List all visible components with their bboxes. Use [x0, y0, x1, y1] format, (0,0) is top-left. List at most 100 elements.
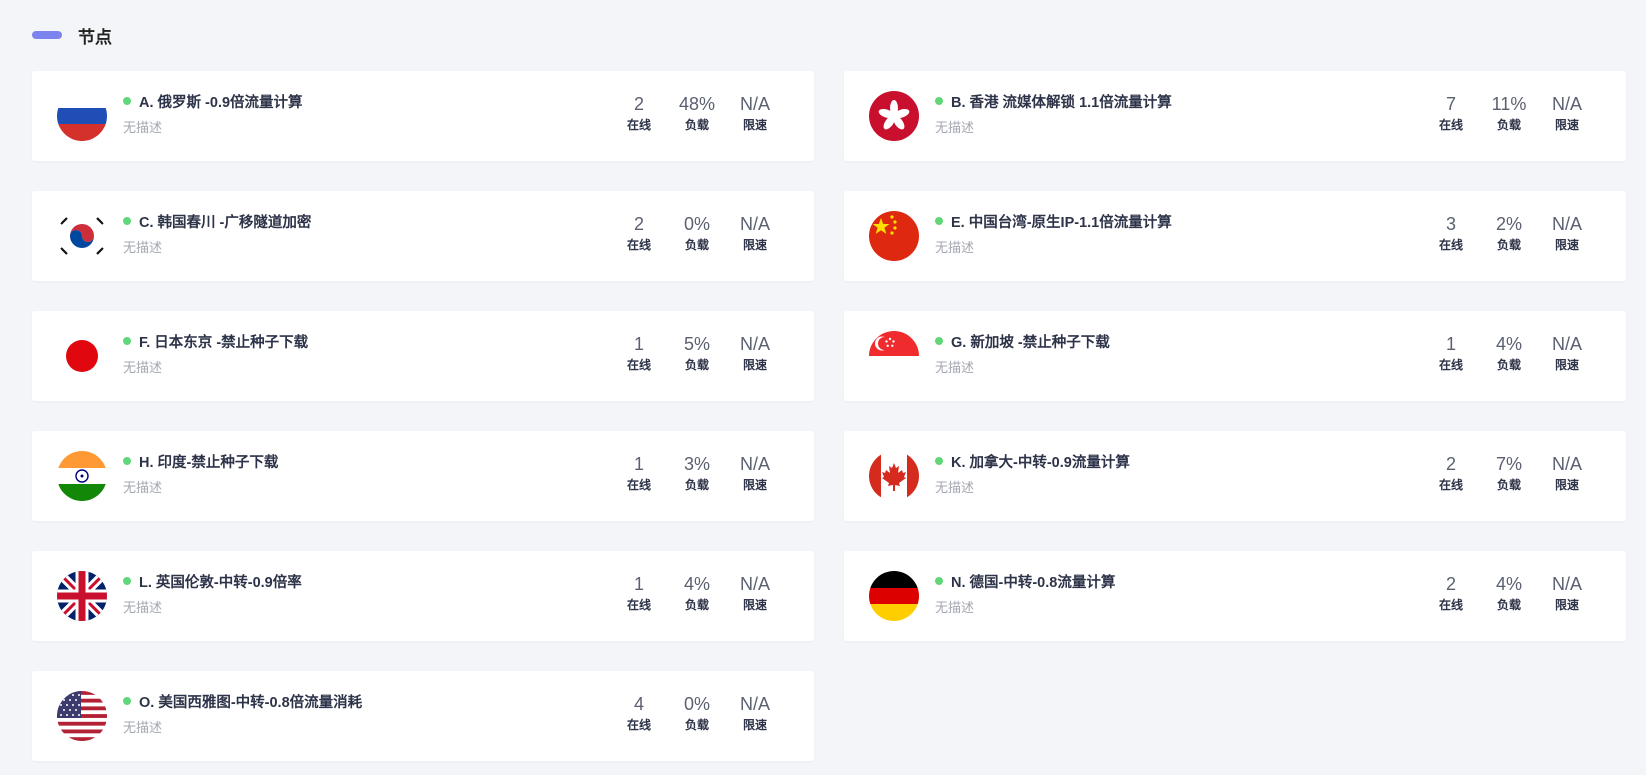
online-label: 在线 [1438, 478, 1463, 492]
node-stats: 2 在线 4% 负载 N/A 限速 [1412, 573, 1586, 613]
node-description: 无描述 [123, 480, 163, 495]
load-value: 48% [678, 94, 716, 114]
node-stats: 2 在线 48% 负载 N/A 限速 [600, 93, 774, 133]
node-info: O. 美国西雅图-中转-0.8倍流量消耗 无描述 [123, 691, 362, 736]
speed-label: 限速 [742, 718, 767, 732]
korea-flag-icon [57, 211, 107, 261]
singapore-flag-icon [869, 331, 919, 381]
node-description: 无描述 [935, 480, 975, 495]
node-info: L. 英国伦敦-中转-0.9倍率 无描述 [123, 571, 302, 616]
section-accent-bar [32, 31, 62, 39]
online-stat: 4 在线 [620, 693, 658, 733]
speed-stat: N/A 限速 [736, 333, 774, 373]
speed-stat: N/A 限速 [1548, 93, 1586, 133]
node-info: H. 印度-禁止种子下载 无描述 [123, 451, 278, 496]
node-description: 无描述 [123, 240, 163, 255]
online-stat: 1 在线 [1432, 333, 1470, 373]
section-title: 节点 [78, 27, 112, 47]
node-card-usa[interactable]: O. 美国西雅图-中转-0.8倍流量消耗 无描述 4 在线 0% 负载 N/A 限速 [32, 671, 814, 761]
online-status-dot [123, 697, 131, 705]
online-label: 在线 [626, 118, 651, 132]
load-stat: 48% 负载 [678, 93, 716, 133]
load-stat: 0% 负载 [678, 213, 716, 253]
node-card-taiwan[interactable]: E. 中国台湾-原生IP-1.1倍流量计算 无描述 3 在线 2% 负载 N/A 限速 [844, 191, 1626, 281]
online-label: 在线 [626, 598, 651, 612]
node-name: F. 日本东京 -禁止种子下载 [139, 334, 309, 351]
speed-stat: N/A 限速 [1548, 573, 1586, 613]
section-header: 节点 [32, 20, 112, 50]
load-value: 7% [1495, 454, 1522, 474]
load-value: 0% [683, 694, 710, 714]
speed-value: N/A [739, 454, 770, 474]
node-description: 无描述 [935, 240, 975, 255]
node-card-uk[interactable]: L. 英国伦敦-中转-0.9倍率 无描述 1 在线 4% 负载 N/A 限速 [32, 551, 814, 641]
speed-value: N/A [739, 574, 770, 594]
online-count: 7 [1445, 94, 1456, 114]
speed-stat: N/A 限速 [736, 573, 774, 613]
node-card-korea[interactable]: C. 韩国春川 -广移隧道加密 无描述 2 在线 0% 负载 N/A 限速 [32, 191, 814, 281]
online-status-dot [123, 337, 131, 345]
node-stats: 7 在线 11% 负载 N/A 限速 [1412, 93, 1586, 133]
node-name: E. 中国台湾-原生IP-1.1倍流量计算 [951, 214, 1172, 231]
node-info: B. 香港 流媒体解锁 1.1倍流量计算 无描述 [935, 91, 1172, 136]
india-flag-icon [57, 451, 107, 501]
node-description: 无描述 [935, 360, 975, 375]
online-stat: 1 在线 [620, 573, 658, 613]
node-card-germany[interactable]: N. 德国-中转-0.8流量计算 无描述 2 在线 4% 负载 N/A 限速 [844, 551, 1626, 641]
load-stat: 11% 负载 [1490, 93, 1528, 133]
online-count: 4 [633, 694, 644, 714]
speed-value: N/A [1551, 454, 1582, 474]
node-card-hongkong[interactable]: B. 香港 流媒体解锁 1.1倍流量计算 无描述 7 在线 11% 负载 N/A 限速 [844, 71, 1626, 161]
node-info: K. 加拿大-中转-0.9流量计算 无描述 [935, 451, 1130, 496]
online-stat: 2 在线 [620, 93, 658, 133]
node-info: C. 韩国春川 -广移隧道加密 无描述 [123, 211, 311, 256]
online-count: 1 [633, 454, 644, 474]
speed-stat: N/A 限速 [1548, 333, 1586, 373]
speed-label: 限速 [742, 598, 767, 612]
speed-value: N/A [739, 94, 770, 114]
load-label: 负载 [1496, 478, 1521, 492]
node-info: A. 俄罗斯 -0.9倍流量计算 无描述 [123, 91, 303, 136]
online-status-dot [935, 337, 943, 345]
speed-label: 限速 [1554, 118, 1579, 132]
speed-stat: N/A 限速 [736, 93, 774, 133]
load-value: 3% [683, 454, 710, 474]
load-stat: 7% 负载 [1490, 453, 1528, 493]
online-status-dot [123, 457, 131, 465]
node-stats: 1 在线 4% 负载 N/A 限速 [1412, 333, 1586, 373]
node-name: O. 美国西雅图-中转-0.8倍流量消耗 [139, 694, 363, 711]
node-card-japan[interactable]: F. 日本东京 -禁止种子下载 无描述 1 在线 5% 负载 N/A 限速 [32, 311, 814, 401]
online-status-dot [123, 97, 131, 105]
node-info: E. 中国台湾-原生IP-1.1倍流量计算 无描述 [935, 211, 1172, 256]
online-label: 在线 [1438, 238, 1463, 252]
load-label: 负载 [1496, 598, 1521, 612]
speed-stat: N/A 限速 [736, 693, 774, 733]
online-label: 在线 [626, 238, 651, 252]
node-stats: 2 在线 7% 负载 N/A 限速 [1412, 453, 1586, 493]
node-description: 无描述 [935, 600, 975, 615]
load-label: 负载 [684, 238, 709, 252]
online-label: 在线 [1438, 358, 1463, 372]
node-description: 无描述 [123, 600, 163, 615]
node-card-russia[interactable]: A. 俄罗斯 -0.9倍流量计算 无描述 2 在线 48% 负载 N/A 限速 [32, 71, 814, 161]
online-count: 2 [1445, 574, 1456, 594]
node-stats: 1 在线 3% 负载 N/A 限速 [600, 453, 774, 493]
online-label: 在线 [626, 478, 651, 492]
load-stat: 3% 负载 [678, 453, 716, 493]
speed-label: 限速 [742, 358, 767, 372]
online-stat: 1 在线 [620, 453, 658, 493]
china-flag-icon [869, 211, 919, 261]
node-stats: 4 在线 0% 负载 N/A 限速 [600, 693, 774, 733]
russia-flag-icon [57, 91, 107, 141]
load-value: 4% [683, 574, 710, 594]
node-card-india[interactable]: H. 印度-禁止种子下载 无描述 1 在线 3% 负载 N/A 限速 [32, 431, 814, 521]
speed-stat: N/A 限速 [1548, 213, 1586, 253]
online-label: 在线 [626, 358, 651, 372]
online-stat: 3 在线 [1432, 213, 1470, 253]
online-count: 2 [633, 94, 644, 114]
speed-value: N/A [1551, 334, 1582, 354]
node-card-canada[interactable]: K. 加拿大-中转-0.9流量计算 无描述 2 在线 7% 负载 N/A 限速 [844, 431, 1626, 521]
node-card-singapore[interactable]: G. 新加坡 -禁止种子下载 无描述 1 在线 4% 负载 N/A 限速 [844, 311, 1626, 401]
node-description: 无描述 [123, 360, 163, 375]
load-label: 负载 [684, 358, 709, 372]
